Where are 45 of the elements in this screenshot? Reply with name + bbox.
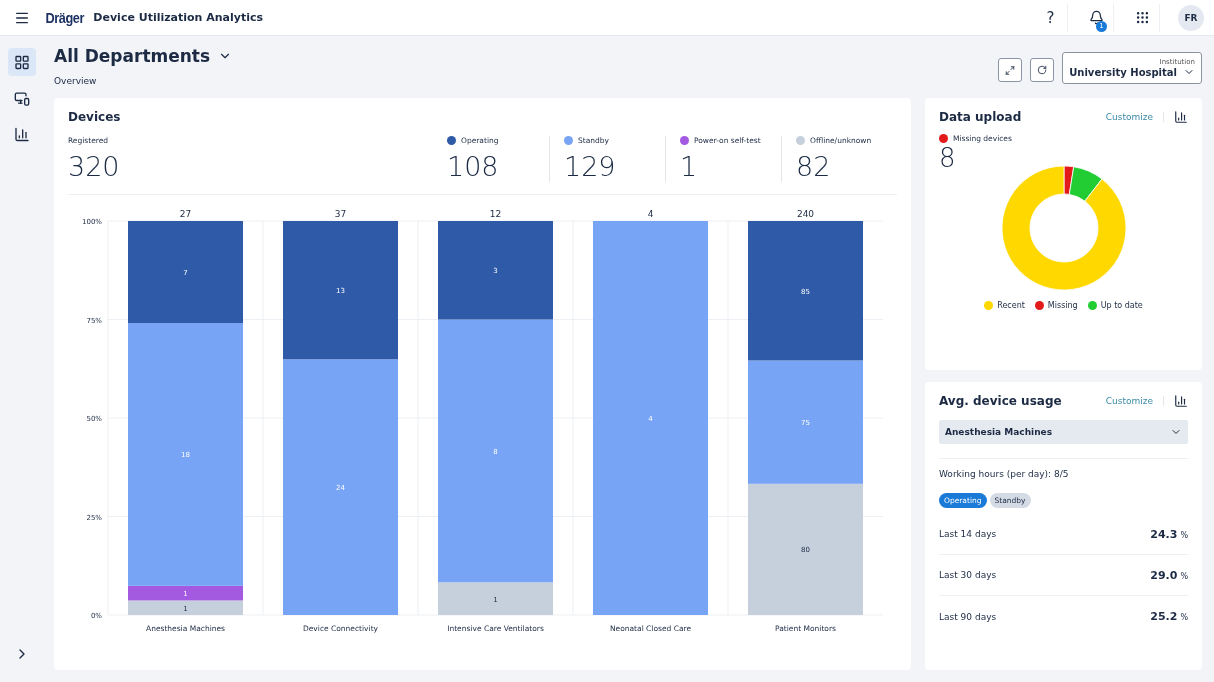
user-avatar[interactable]: FR — [1178, 4, 1204, 31]
refresh-button[interactable] — [1030, 58, 1055, 82]
bar-total: 240 — [796, 209, 815, 219]
legend-item: Missing — [1034, 301, 1078, 310]
help-button[interactable]: ? — [1034, 3, 1068, 32]
fullscreen-button[interactable] — [998, 58, 1023, 82]
device-type-dropdown[interactable]: Anesthesia Machines — [939, 420, 1188, 444]
customize-link[interactable]: Customize — [1105, 396, 1164, 406]
logo: Dräger — [45, 9, 84, 26]
dashboard-icon — [14, 53, 30, 71]
stat-value: 108 — [447, 151, 500, 182]
bar-total: 37 — [334, 209, 347, 219]
period-label: Last 90 days — [939, 611, 997, 622]
sidebar-item[interactable] — [8, 48, 36, 76]
bar-total: 4 — [647, 209, 654, 219]
stat-value: 8 — [939, 143, 957, 173]
stat-value: 320 — [68, 151, 121, 182]
apps-grid-icon — [1135, 10, 1150, 25]
period-label: Last 30 days — [939, 570, 997, 580]
bell-icon — [1089, 10, 1104, 25]
stat-value: 129 — [564, 151, 617, 182]
customize-link[interactable]: Customize — [1105, 112, 1164, 122]
legend-item: Up to date — [1087, 301, 1143, 310]
field-value: University Hospital — [1069, 66, 1177, 78]
card-title: Avg. device usage — [939, 394, 1062, 408]
refresh-icon — [1037, 64, 1048, 76]
bar-total: 27 — [179, 209, 192, 219]
stat-value: 1 — [680, 151, 699, 182]
card-title: Devices — [68, 110, 122, 124]
stat-value: 82 — [796, 151, 832, 182]
legend-item: Recent — [984, 301, 1025, 310]
period-label: Last 14 days — [939, 529, 997, 539]
chart-icon[interactable] — [1174, 110, 1188, 124]
usage-value: 24.3 % — [1150, 527, 1188, 541]
usage-value: 29.0 % — [1150, 568, 1188, 582]
department-dropdown[interactable]: All Departments — [54, 46, 233, 66]
page-subtitle: Overview — [54, 76, 98, 86]
usage-value: 25.2 % — [1150, 610, 1188, 623]
expand-icon — [1005, 64, 1016, 76]
bar-total: 12 — [489, 209, 502, 219]
bar-chart-icon — [14, 125, 30, 143]
app-title: Device Utilization Analytics — [93, 11, 264, 24]
chart-icon[interactable] — [1174, 394, 1188, 408]
card-title: Data upload — [939, 110, 1022, 124]
working-hours-text: Working hours (per day): 8/5 — [939, 458, 1188, 479]
